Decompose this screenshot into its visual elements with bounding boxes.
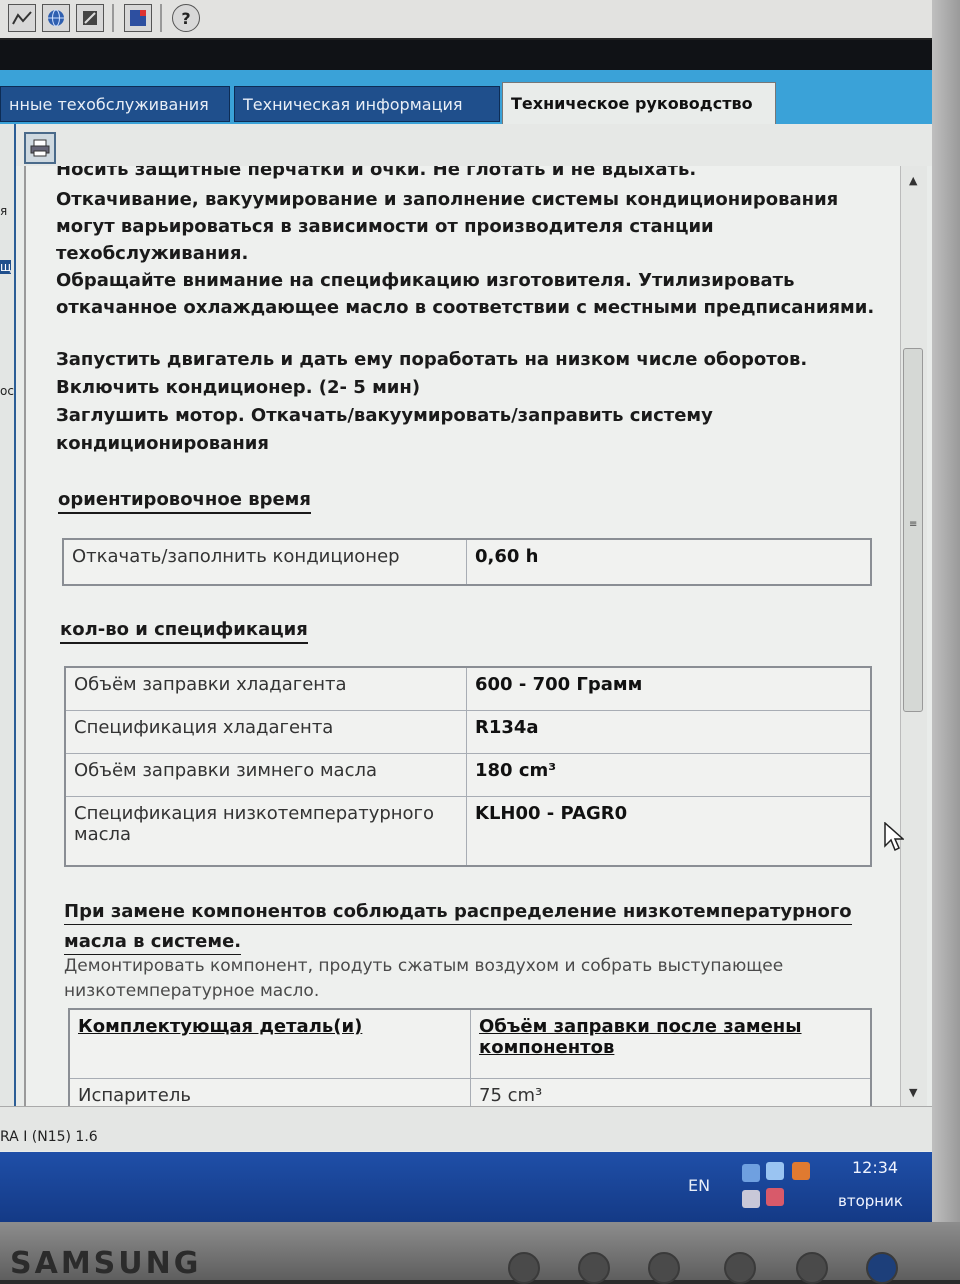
time-heading[interactable]: ориентировочное время [58, 488, 311, 514]
table-row: Спецификация хладагента R134a [64, 710, 872, 754]
spec-value: R134a [466, 710, 872, 754]
help-glyph: ? [181, 8, 191, 28]
table-row: Откачать/заполнить кондиционер 0,60 h [62, 538, 872, 586]
cut-line: Носить защитные перчатки и очки. Не глот… [56, 166, 697, 180]
para2-line: Заглушить мотор. Откачать/вакуумировать/… [56, 405, 713, 426]
tools-icon[interactable] [76, 4, 104, 32]
para2-line: Запустить двигатель и дать ему поработат… [56, 349, 808, 370]
flag-icon[interactable] [124, 4, 152, 32]
left-panel-edge: я щ ос [0, 124, 16, 1114]
tab-technical-info[interactable]: Техническая информация [234, 86, 500, 122]
mouse-cursor-icon [884, 822, 904, 852]
network-icon[interactable] [742, 1164, 760, 1182]
language-indicator[interactable]: EN [688, 1176, 710, 1195]
globe-icon[interactable] [42, 4, 70, 32]
left-strip-label: я [0, 204, 8, 218]
power-button[interactable] [866, 1252, 898, 1284]
replace-text: Демонтировать компонент, продуть сжатым … [64, 956, 784, 1001]
para1-line: Откачивание, вакуумирование и заполнение… [56, 189, 839, 210]
spec-heading[interactable]: кол-во и спецификация [60, 618, 308, 644]
spec-value: 600 - 700 Грамм [466, 666, 872, 711]
spec-table: Объём заправки хладагента 600 - 700 Грам… [64, 666, 872, 867]
device-icon[interactable] [742, 1190, 760, 1208]
column-header: Комплектующая деталь(и) [68, 1008, 471, 1079]
monitor-button[interactable] [578, 1252, 610, 1284]
para1-line: техобслуживания. [56, 243, 249, 264]
day-of-week: вторник [838, 1192, 903, 1210]
table-row: Спецификация низкотемпературного масла K… [64, 796, 872, 867]
tab-bar: нные техобслуживания Техническая информа… [0, 70, 932, 124]
time-table: Откачать/заполнить кондиционер 0,60 h [62, 538, 872, 586]
replace-heading[interactable]: При замене компонентов соблюдать распред… [64, 900, 852, 925]
monitor-button[interactable] [724, 1252, 756, 1284]
screen: ? нные техобслуживания Техническая инфор… [0, 0, 932, 1222]
scroll-thumb[interactable]: ≡ [903, 348, 923, 712]
grip-icon: ≡ [909, 519, 918, 530]
monitor-button[interactable] [648, 1252, 680, 1284]
spec-value: 180 cm³ [466, 753, 872, 797]
help-icon[interactable]: ? [172, 4, 200, 32]
component-volume: 75 cm³ [470, 1078, 872, 1106]
column-header: Объём заправки после замены компонентов [470, 1008, 872, 1079]
tab-label: Техническое руководство [511, 94, 753, 113]
monitor-brand-logo: SAMSUNG [10, 1246, 202, 1281]
spec-label: Спецификация низкотемпературного масла [64, 796, 467, 867]
spec-label: Объём заправки хладагента [64, 666, 467, 711]
monitor-button[interactable] [796, 1252, 828, 1284]
scroll-up-icon[interactable]: ▲ [909, 174, 917, 187]
replace-heading[interactable]: масла в системе. [64, 930, 242, 955]
manual-content: Носить защитные перчатки и очки. Не глот… [24, 166, 902, 1106]
window-frame-band [0, 40, 932, 70]
left-strip-label[interactable]: щ [0, 260, 12, 274]
table-row: Объём заправки зимнего масла 180 cm³ [64, 753, 872, 797]
toolbar-separator [160, 4, 162, 32]
para1-line: откачанное охлаждающее масло в соответст… [56, 297, 875, 318]
taskbar: EN 12:34 вторник [0, 1152, 932, 1222]
table-header-row: Комплектующая деталь(и) Объём заправки п… [68, 1008, 872, 1079]
content-toolbar [16, 124, 932, 166]
tab-label: Техническая информация [243, 94, 463, 114]
monitor-bezel [932, 0, 960, 1280]
tab-technical-manual[interactable]: Техническое руководство [502, 82, 776, 124]
status-text: RA I (N15) 1.6 [0, 1129, 98, 1145]
para2-line: кондиционирования [56, 433, 269, 454]
time-value: 0,60 h [466, 538, 872, 586]
top-toolbar: ? [0, 0, 932, 40]
scroll-down-icon[interactable]: ▼ [909, 1086, 917, 1099]
spec-label: Объём заправки зимнего масла [64, 753, 467, 797]
clock[interactable]: 12:34 [852, 1158, 898, 1177]
print-icon[interactable] [24, 132, 56, 164]
table-row: Испаритель 75 cm³ [68, 1078, 872, 1106]
spec-label: Спецификация хладагента [64, 710, 467, 754]
printer-icon[interactable] [766, 1188, 784, 1206]
component-part: Испаритель [68, 1078, 471, 1106]
components-table: Комплектующая деталь(и) Объём заправки п… [68, 1008, 872, 1106]
para1-line: могут варьироваться в зависимости от про… [56, 216, 714, 237]
monitor-button[interactable] [508, 1252, 540, 1284]
time-label: Откачать/заполнить кондиционер [62, 538, 467, 586]
tab-service-data[interactable]: нные техобслуживания [0, 86, 230, 122]
tab-label: нные техобслуживания [9, 94, 209, 114]
left-strip-label: ос [0, 384, 14, 398]
toolbar-separator [112, 4, 114, 32]
graph-icon[interactable] [8, 4, 36, 32]
table-row: Объём заправки хладагента 600 - 700 Грам… [64, 666, 872, 711]
monitor-icon[interactable] [766, 1162, 784, 1180]
vertical-scrollbar[interactable]: ▲ ≡ ▼ [900, 166, 927, 1106]
para2-line: Включить кондиционер. (2- 5 мин) [56, 377, 421, 398]
security-icon[interactable] [792, 1162, 810, 1180]
status-bar: RA I (N15) 1.6 [0, 1106, 932, 1151]
spec-value: KLH00 - PAGR0 [466, 796, 872, 867]
para1-line: Обращайте внимание на спецификацию изгот… [56, 270, 795, 291]
